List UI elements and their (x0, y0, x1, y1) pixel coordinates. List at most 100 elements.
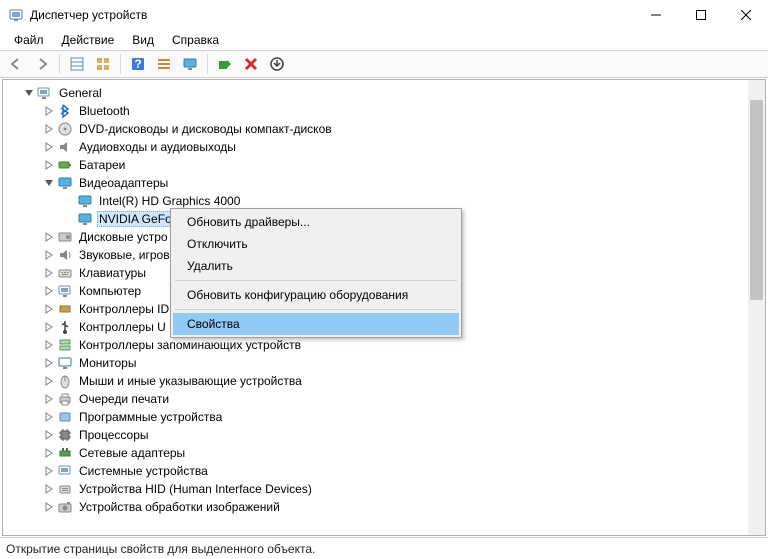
keyboard-icon (57, 265, 73, 281)
expand-icon[interactable] (43, 159, 55, 171)
expand-icon[interactable] (43, 105, 55, 117)
node-label: Мыши и иные указывающие устройства (77, 373, 304, 389)
list-icon[interactable] (152, 52, 176, 76)
node-label: Устройства HID (Human Interface Devices) (77, 481, 314, 497)
display-adapter-icon (57, 175, 73, 191)
close-button[interactable] (723, 0, 768, 30)
svg-text:?: ? (134, 57, 141, 71)
expand-icon[interactable] (43, 501, 55, 513)
view-icon[interactable] (91, 52, 115, 76)
expand-icon[interactable] (43, 141, 55, 153)
node-label: General (57, 85, 104, 101)
category-node[interactable]: Мониторы (7, 354, 765, 372)
ctx-update-drivers[interactable]: Обновить драйверы... (173, 211, 459, 233)
node-label: Клавиатуры (77, 265, 148, 281)
expand-icon[interactable] (43, 465, 55, 477)
toolbar-sep (207, 54, 208, 74)
statusbar: Открытие страницы свойств для выделенног… (0, 537, 768, 559)
expand-icon[interactable] (43, 321, 55, 333)
hid-icon (57, 481, 73, 497)
menu-help[interactable]: Справка (164, 31, 227, 49)
ctx-properties[interactable]: Свойства (173, 313, 459, 335)
storage-icon (57, 337, 73, 353)
back-button[interactable] (4, 52, 28, 76)
category-node[interactable]: Процессоры (7, 426, 765, 444)
expand-icon[interactable] (43, 231, 55, 243)
expand-icon[interactable] (43, 303, 55, 315)
printer-icon (57, 391, 73, 407)
expand-icon[interactable] (43, 267, 55, 279)
category-node[interactable]: Устройства HID (Human Interface Devices) (7, 480, 765, 498)
cpu-icon (57, 427, 73, 443)
node-label: DVD-дисководы и дисководы компакт-дисков (77, 121, 334, 137)
category-node[interactable]: Системные устройства (7, 462, 765, 480)
monitor-icon (57, 355, 73, 371)
expand-icon[interactable] (43, 429, 55, 441)
status-text: Открытие страницы свойств для выделенног… (6, 542, 315, 556)
uninstall-icon[interactable] (239, 52, 263, 76)
scroll-thumb[interactable] (750, 100, 763, 300)
collapse-icon[interactable] (43, 177, 55, 189)
computer-icon (37, 85, 53, 101)
menu-action[interactable]: Действие (54, 31, 123, 49)
expand-icon[interactable] (43, 123, 55, 135)
help-icon[interactable]: ? (126, 52, 150, 76)
minimize-button[interactable] (633, 0, 678, 30)
display-adapter-icon (77, 211, 93, 227)
imaging-icon (57, 499, 73, 515)
ctx-disable[interactable]: Отключить (173, 233, 459, 255)
category-node[interactable]: Очереди печати (7, 390, 765, 408)
expand-icon[interactable] (43, 339, 55, 351)
system-icon (57, 463, 73, 479)
audio-icon (57, 139, 73, 155)
node-label: Контроллеры запоминающих устройств (77, 337, 303, 353)
forward-button[interactable] (30, 52, 54, 76)
scan-icon[interactable] (213, 52, 237, 76)
menu-view[interactable]: Вид (124, 31, 162, 49)
expand-icon[interactable] (43, 393, 55, 405)
category-node[interactable]: Батареи (7, 156, 765, 174)
node-label: NVIDIA GeFo (97, 211, 174, 227)
maximize-button[interactable] (678, 0, 723, 30)
computer-icon (57, 283, 73, 299)
node-label: Контроллеры U (77, 319, 168, 335)
update-icon[interactable] (265, 52, 289, 76)
category-node[interactable]: Контроллеры запоминающих устройств (7, 336, 765, 354)
expand-icon[interactable] (43, 285, 55, 297)
root-node[interactable]: General (7, 84, 765, 102)
show-hidden-icon[interactable] (65, 52, 89, 76)
monitor-icon[interactable] (178, 52, 202, 76)
category-node[interactable]: Видеоадаптеры (7, 174, 765, 192)
expand-icon[interactable] (43, 483, 55, 495)
expand-icon[interactable] (43, 357, 55, 369)
vertical-scrollbar[interactable] (748, 80, 765, 535)
ctx-delete[interactable]: Удалить (173, 255, 459, 277)
ctx-scan-hardware[interactable]: Обновить конфигурацию оборудования (173, 284, 459, 306)
expand-icon[interactable] (43, 447, 55, 459)
window-buttons (633, 0, 768, 30)
node-label: Аудиовходы и аудиовыходы (77, 139, 238, 155)
node-label: Звуковые, игров (77, 247, 172, 263)
context-menu: Обновить драйверы... Отключить Удалить О… (170, 208, 462, 338)
toolbar-sep (120, 54, 121, 74)
expand-icon[interactable] (43, 249, 55, 261)
category-node[interactable]: Сетевые адаптеры (7, 444, 765, 462)
node-label: Программные устройства (77, 409, 224, 425)
expand-icon[interactable] (43, 411, 55, 423)
spacer (63, 213, 75, 225)
collapse-icon[interactable] (23, 87, 35, 99)
category-node[interactable]: Bluetooth (7, 102, 765, 120)
category-node[interactable]: DVD-дисководы и дисководы компакт-дисков (7, 120, 765, 138)
menu-file[interactable]: Файл (6, 31, 52, 49)
node-label: Очереди печати (77, 391, 171, 407)
category-node[interactable]: Программные устройства (7, 408, 765, 426)
sound-icon (57, 247, 73, 263)
mouse-icon (57, 373, 73, 389)
expand-icon[interactable] (43, 375, 55, 387)
category-node[interactable]: Мыши и иные указывающие устройства (7, 372, 765, 390)
category-node[interactable]: Аудиовходы и аудиовыходы (7, 138, 765, 156)
category-node[interactable]: Устройства обработки изображений (7, 498, 765, 516)
menubar: Файл Действие Вид Справка (0, 30, 768, 50)
software-device-icon (57, 409, 73, 425)
ide-icon (57, 301, 73, 317)
